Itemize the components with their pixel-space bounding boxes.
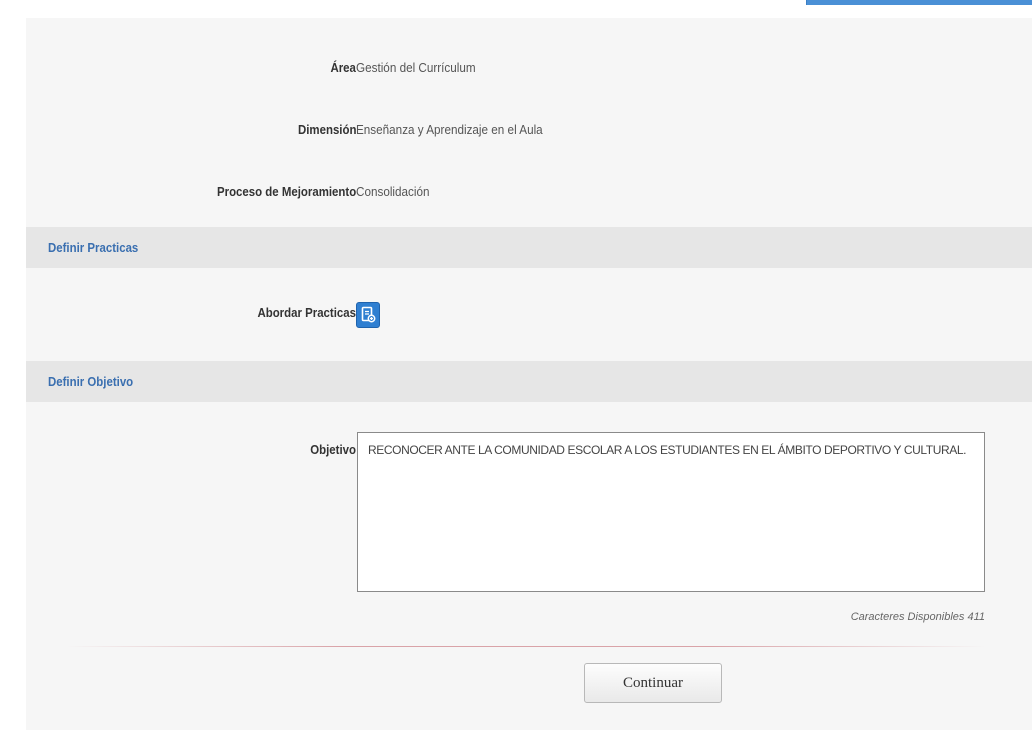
- section-definir-practicas: Definir Practicas: [26, 227, 1032, 268]
- dimension-value: Enseñanza y Aprendizaje en el Aula: [356, 122, 543, 137]
- form-panel: Área Gestión del Currículum Dimensión En…: [26, 18, 1032, 730]
- section-title-practicas: Definir Practicas: [48, 240, 139, 255]
- objetivo-textarea[interactable]: RECONOCER ANTE LA COMUNIDAD ESCOLAR A LO…: [357, 432, 985, 592]
- divider: [66, 646, 986, 647]
- caracteres-disponibles: Caracteres Disponibles 411: [850, 611, 985, 623]
- continue-button[interactable]: Continuar: [584, 663, 722, 703]
- proceso-label: Proceso de Mejoramiento: [216, 184, 356, 199]
- area-value: Gestión del Currículum: [356, 60, 476, 75]
- dimension-label: Dimensión: [297, 122, 356, 137]
- abordar-practicas-label: Abordar Practicas: [257, 305, 356, 320]
- section-title-objetivo: Definir Objetivo: [48, 374, 134, 389]
- abordar-practicas-row: Abordar Practicas: [26, 302, 1032, 330]
- top-accent-bar: [806, 0, 1032, 5]
- area-label: Área: [330, 60, 356, 75]
- document-edit-icon: [361, 306, 376, 323]
- abordar-practicas-button[interactable]: [356, 302, 380, 328]
- objetivo-label: Objetivo: [310, 442, 356, 457]
- section-definir-objetivo: Definir Objetivo: [26, 361, 1032, 402]
- proceso-value: Consolidación: [356, 184, 430, 199]
